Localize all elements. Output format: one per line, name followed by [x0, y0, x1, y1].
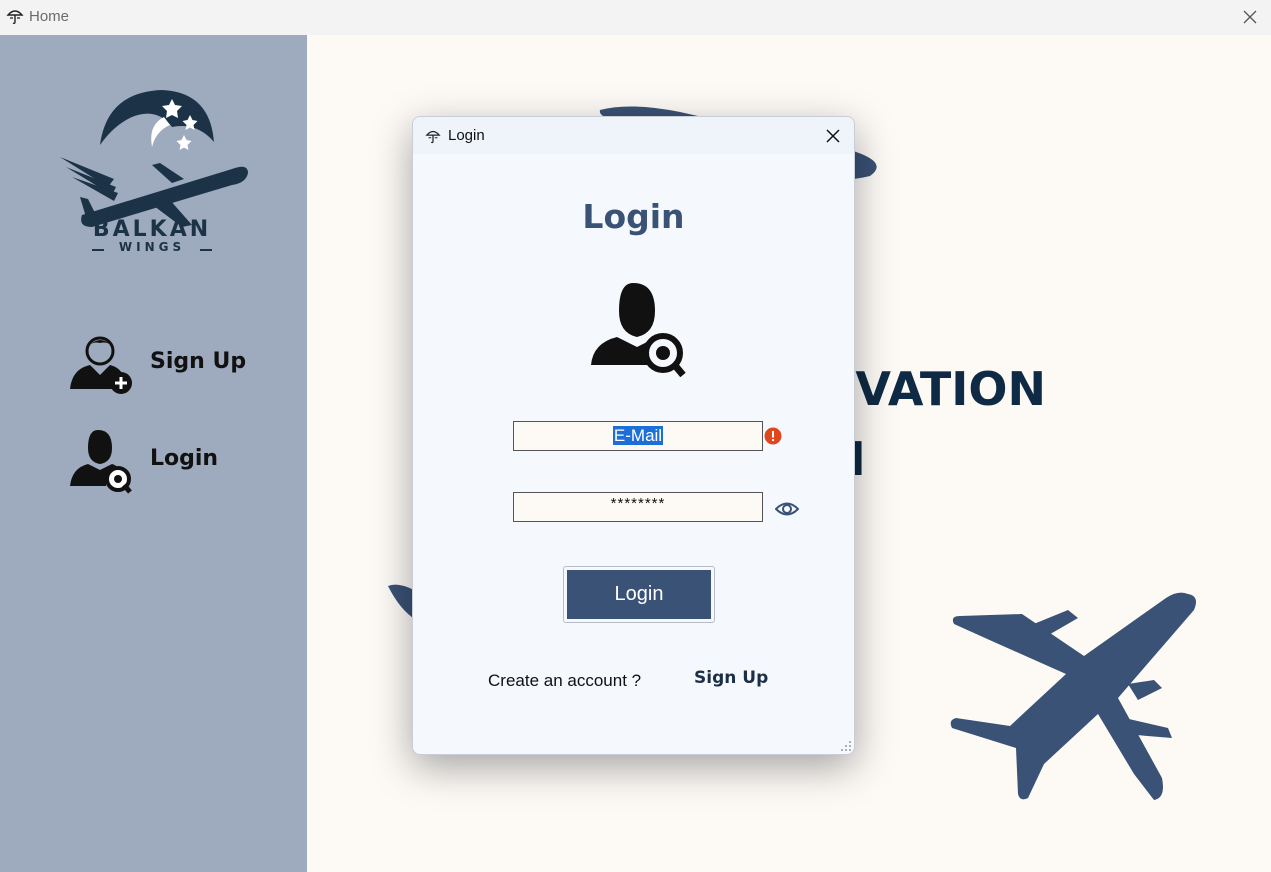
login-button-frame: Login: [563, 566, 715, 623]
warning-icon: [764, 427, 782, 445]
dialog-title: Login: [448, 127, 485, 144]
login-dialog: Login Login E-Mail ******** Login Create…: [412, 116, 855, 755]
user-search-icon: [591, 283, 686, 377]
create-account-text: Create an account ?: [488, 671, 642, 690]
signup-link[interactable]: Sign Up: [694, 668, 768, 688]
sidebar-item-login[interactable]: Login: [66, 428, 266, 494]
window-titlebar: Home: [0, 0, 1271, 35]
sidebar-item-signup[interactable]: Sign Up: [66, 331, 266, 397]
add-user-icon: [70, 336, 132, 394]
login-button[interactable]: Login: [567, 570, 711, 619]
sidebar-item-label: Sign Up: [150, 349, 247, 374]
eye-icon[interactable]: [775, 500, 799, 518]
airplane-icon: [950, 592, 1196, 800]
sidebar: BALKAN WINGS Sign Up Login: [0, 35, 307, 872]
logo-brand-text: BALKAN: [92, 217, 212, 242]
resize-grip-icon[interactable]: [840, 740, 852, 752]
dialog-titlebar: Login: [413, 117, 854, 154]
umbrella-app-icon: [6, 10, 24, 25]
window-title: Home: [29, 8, 70, 25]
page-title: Login: [582, 197, 685, 236]
umbrella-app-icon: [425, 130, 441, 144]
user-search-icon: [70, 430, 132, 494]
close-icon[interactable]: [1239, 6, 1261, 28]
email-field[interactable]: E-Mail: [513, 421, 763, 451]
close-icon[interactable]: [822, 125, 844, 147]
password-field[interactable]: ********: [513, 492, 763, 522]
logo-sub-text: WINGS: [118, 240, 186, 254]
sidebar-item-label: Login: [150, 446, 219, 471]
email-field-value: E-Mail: [612, 426, 664, 445]
